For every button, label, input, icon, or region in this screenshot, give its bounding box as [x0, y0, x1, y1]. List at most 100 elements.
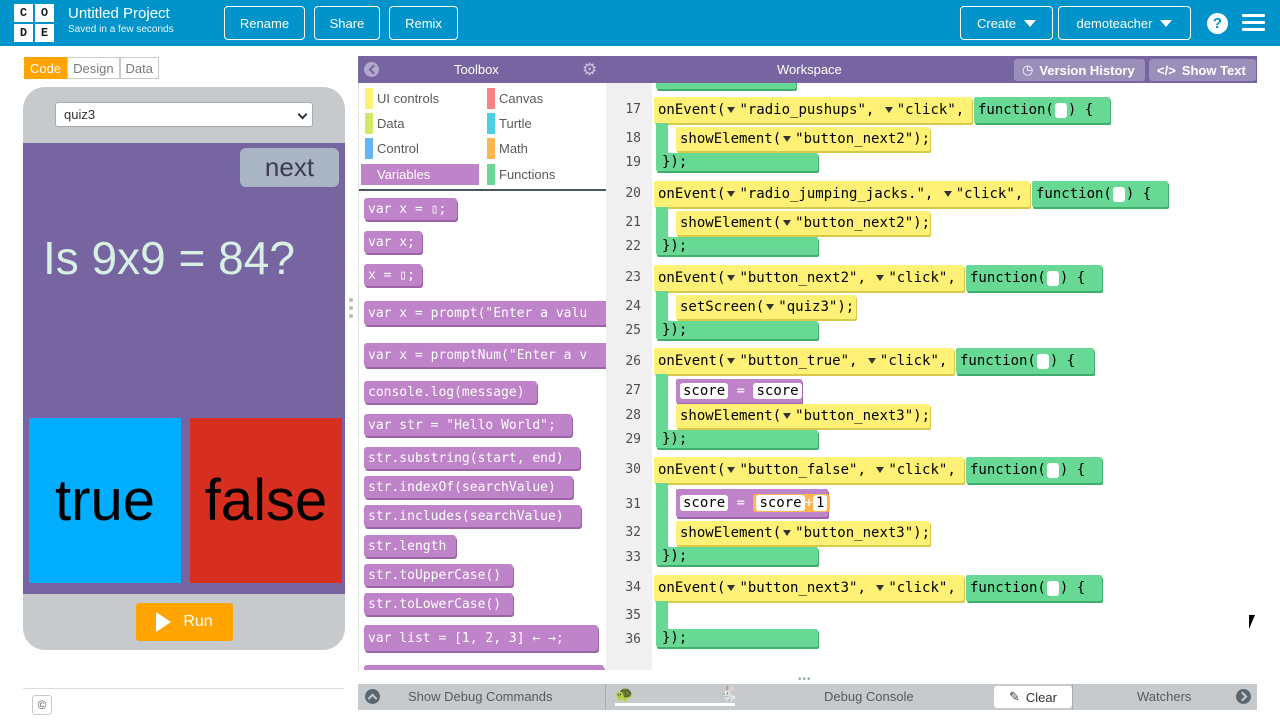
dropdown-arrow-icon[interactable] — [727, 358, 736, 364]
param-slot[interactable] — [1036, 353, 1049, 369]
code-block-partial[interactable] — [656, 83, 796, 89]
variable-slot[interactable]: score — [680, 495, 729, 511]
param-slot[interactable] — [1046, 270, 1059, 286]
code-block-show-element[interactable]: showElement("button_next2"); — [676, 127, 930, 151]
dropdown-arrow-icon[interactable] — [876, 275, 885, 281]
code-block-onevent[interactable]: onEvent("button_next3", "click", — [654, 575, 964, 601]
tab-code[interactable]: Code — [24, 57, 68, 79]
gear-icon[interactable]: ⚙ — [582, 61, 597, 78]
app-next-button[interactable]: next — [240, 148, 339, 187]
variable-slot[interactable]: score — [680, 383, 729, 399]
block-list[interactable]: var list = [1, 2, 3] ← →; — [364, 625, 598, 651]
code-block-function[interactable]: function() { — [974, 97, 1110, 123]
value-slot[interactable]: score — [756, 495, 805, 511]
code-block-function[interactable]: function() { — [966, 457, 1102, 483]
code-block-end[interactable]: }); — [656, 237, 818, 255]
code-block-onevent[interactable]: onEvent("button_next2", "click", — [654, 265, 964, 291]
code-block-end[interactable]: }); — [656, 629, 818, 647]
category-ui-controls[interactable]: UI controls — [361, 88, 479, 109]
expand-debug-icon[interactable] — [365, 689, 380, 704]
block-console-log[interactable]: console.log(message) — [364, 381, 537, 403]
clear-button[interactable]: ✎ Clear — [994, 686, 1072, 708]
category-turtle[interactable]: Turtle — [483, 113, 601, 134]
dropdown-arrow-icon[interactable] — [727, 467, 736, 473]
block-substring[interactable]: str.substring(start, end) — [364, 447, 580, 469]
code-block-show-element[interactable]: showElement("button_next3"); — [676, 404, 930, 428]
code-block-show-element[interactable]: showElement("button_next2"); — [676, 211, 930, 235]
value-slot[interactable]: score — [753, 383, 802, 399]
code-org-logo[interactable]: C O D E — [14, 4, 54, 42]
param-slot[interactable] — [1046, 580, 1059, 596]
tab-data[interactable]: Data — [119, 57, 160, 79]
create-dropdown[interactable]: Create — [960, 6, 1053, 40]
dropdown-arrow-icon[interactable] — [783, 530, 792, 536]
expand-watchers-icon[interactable] — [1236, 689, 1251, 704]
block-index-of[interactable]: str.indexOf(searchValue) — [364, 476, 573, 498]
category-math[interactable]: Math — [483, 138, 601, 159]
screen-select[interactable]: quiz3 — [55, 102, 313, 127]
code-workspace[interactable]: onEvent("radio_pushups", "click", functi… — [652, 83, 1257, 670]
block-prompt-num[interactable]: var x = promptNum("Enter a v — [364, 343, 606, 367]
category-control[interactable]: Control — [361, 138, 479, 159]
collapse-toolbox-icon[interactable] — [364, 62, 379, 77]
block-to-upper[interactable]: str.toUpperCase() — [364, 564, 513, 586]
param-slot[interactable] — [1112, 186, 1125, 202]
dropdown-arrow-icon[interactable] — [783, 220, 792, 226]
code-block-onevent[interactable]: onEvent("button_true", "click", — [654, 348, 954, 374]
user-dropdown[interactable]: demoteacher — [1058, 6, 1191, 40]
param-slot[interactable] — [1046, 462, 1059, 478]
dropdown-arrow-icon[interactable] — [727, 585, 736, 591]
remix-button[interactable]: Remix — [389, 6, 458, 40]
code-block-end[interactable]: }); — [656, 153, 818, 171]
block-assign[interactable]: x = ▯; — [364, 264, 422, 286]
resize-handle[interactable] — [349, 298, 353, 318]
block-var-declare[interactable]: var x; — [364, 231, 422, 253]
dropdown-arrow-icon[interactable] — [783, 136, 792, 142]
block-partial[interactable] — [364, 665, 604, 670]
math-expression-block[interactable]: score +1 — [753, 494, 831, 512]
code-block-function[interactable]: function() { — [966, 575, 1102, 601]
category-data[interactable]: Data — [361, 113, 479, 134]
code-block-function[interactable]: function() { — [956, 348, 1094, 374]
dropdown-arrow-icon[interactable] — [867, 358, 876, 364]
dropdown-arrow-icon[interactable] — [727, 275, 736, 281]
dropdown-arrow-icon[interactable] — [876, 585, 885, 591]
block-includes[interactable]: str.includes(searchValue) — [364, 505, 581, 527]
code-block-set-screen[interactable]: setScreen("quiz3"); — [676, 295, 856, 319]
code-block-onevent[interactable]: onEvent("radio_jumping_jacks.", "click", — [654, 181, 1030, 207]
block-to-lower[interactable]: str.toLowerCase() — [364, 593, 513, 615]
version-history-button[interactable]: ◷ Version History — [1014, 59, 1145, 81]
block-prompt[interactable]: var x = prompt("Enter a valu — [364, 301, 606, 325]
block-length[interactable]: str.length — [364, 535, 456, 557]
dropdown-arrow-icon[interactable] — [884, 107, 893, 113]
app-false-button[interactable]: false — [190, 418, 342, 583]
code-block-end[interactable]: }); — [656, 547, 818, 565]
run-button[interactable]: Run — [136, 603, 233, 641]
category-functions[interactable]: Functions — [483, 164, 601, 185]
dropdown-arrow-icon[interactable] — [783, 413, 792, 419]
copyright-icon[interactable]: © — [32, 695, 52, 715]
number-slot[interactable]: 1 — [813, 495, 828, 511]
share-button[interactable]: Share — [314, 6, 380, 40]
code-block-onevent[interactable]: onEvent("radio_pushups", "click", — [654, 97, 972, 123]
block-string-var[interactable]: var str = "Hello World"; — [364, 414, 572, 436]
code-block-increment-score[interactable]: score = score +1; — [676, 489, 839, 517]
show-text-button[interactable]: </> Show Text — [1149, 59, 1256, 81]
code-block-end[interactable]: }); — [656, 321, 818, 339]
hamburger-menu-icon[interactable] — [1242, 14, 1265, 32]
block-var-assign[interactable]: var x = ▯; — [364, 198, 457, 220]
code-block-show-element[interactable]: showElement("button_next3"); — [676, 521, 930, 545]
code-block-function[interactable]: function() { — [966, 265, 1102, 291]
tab-design[interactable]: Design — [67, 57, 120, 79]
dropdown-arrow-icon[interactable] — [876, 467, 885, 473]
dropdown-arrow-icon[interactable] — [727, 191, 736, 197]
show-debug-commands[interactable]: Show Debug Commands — [408, 689, 553, 704]
help-icon[interactable]: ? — [1207, 13, 1228, 34]
param-slot[interactable] — [1054, 102, 1067, 118]
code-block-assign-score[interactable]: score = score; — [676, 379, 810, 403]
empty-statement-slot[interactable] — [676, 603, 698, 629]
code-block-onevent[interactable]: onEvent("button_false", "click", — [654, 457, 964, 483]
code-block-function[interactable]: function() { — [1032, 181, 1168, 207]
code-block-end[interactable]: }); — [656, 430, 818, 448]
rename-button[interactable]: Rename — [224, 6, 305, 40]
